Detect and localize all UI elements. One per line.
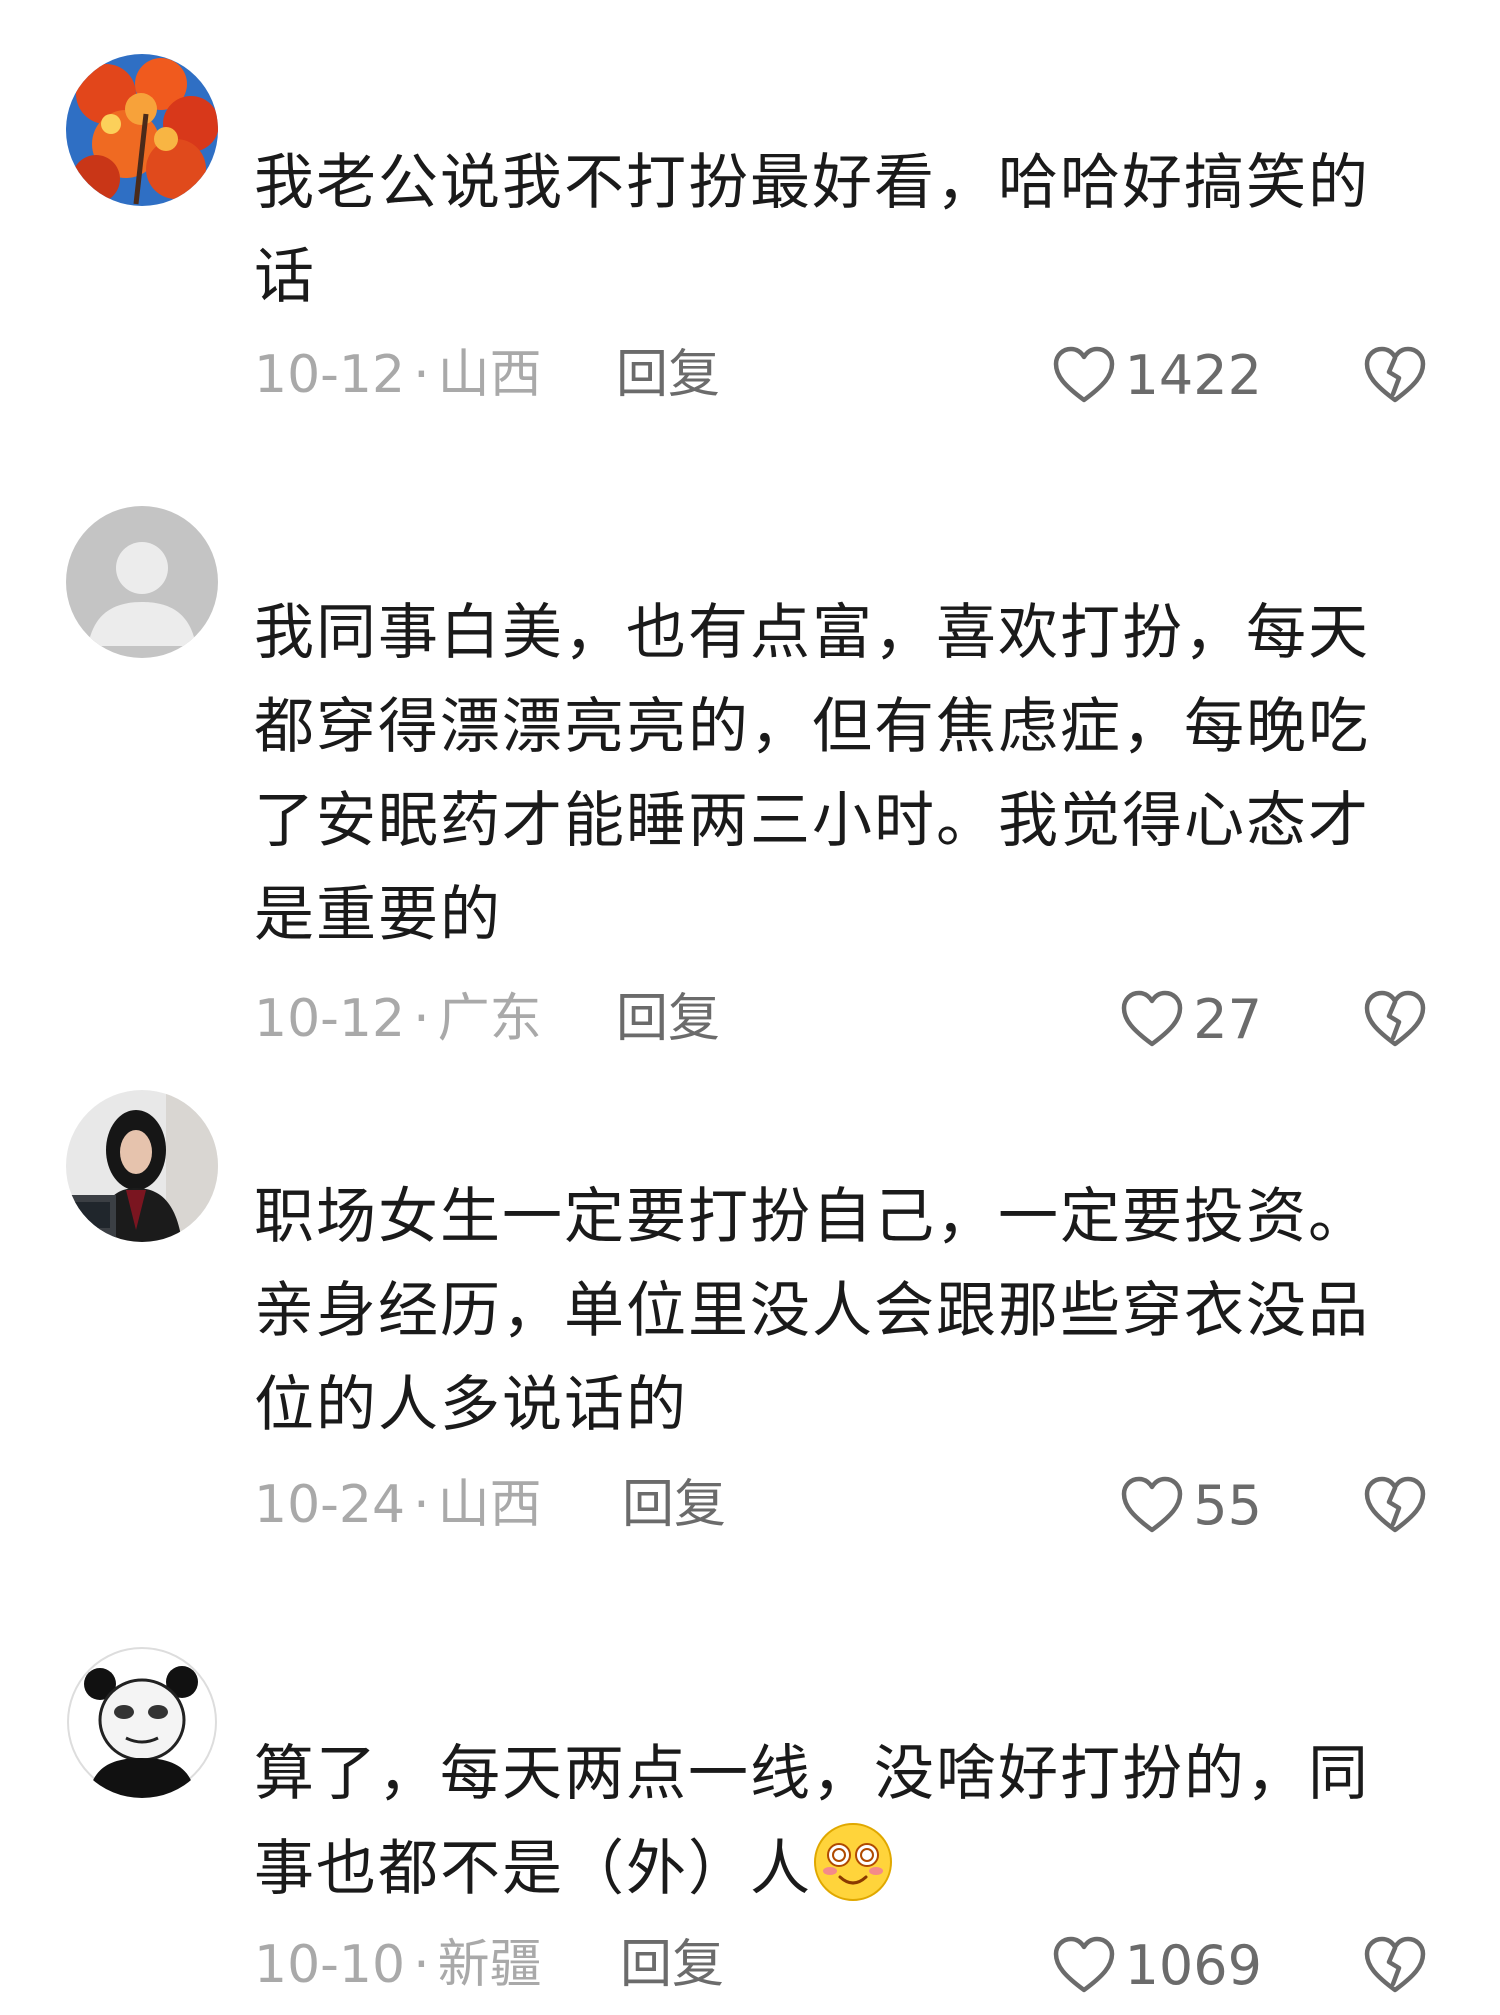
like-count: 1069 (1124, 1933, 1262, 1997)
broken-heart-icon (1364, 1476, 1426, 1533)
comment-meta: 10-12 · 广东 (254, 984, 542, 1054)
comment-text: 算了，每天两点一线，没啥好打扮的，同 事也都不是（外）人 (254, 1727, 1414, 1916)
broken-heart-icon (1364, 346, 1426, 403)
broken-heart-icon (1364, 990, 1426, 1047)
default-user-avatar-icon (66, 506, 218, 658)
like-count: 1422 (1124, 343, 1262, 407)
dislike-button[interactable] (1360, 984, 1430, 1054)
heart-icon (1122, 1476, 1183, 1533)
meta-separator: · (413, 1475, 430, 1535)
reply-button[interactable]: 回复 (620, 1930, 724, 2000)
heart-icon (1122, 990, 1183, 1047)
comment-text: 职场女生一定要打扮自己，一定要投资。 亲身经历，单位里没人会跟那些穿衣没品 位的… (254, 1182, 1370, 1440)
avatar[interactable] (66, 1090, 218, 1242)
avatar[interactable] (66, 1646, 218, 1798)
like-button[interactable]: 1422 (1051, 340, 1262, 410)
meta-separator: · (413, 1935, 430, 1995)
like-count: 27 (1193, 987, 1262, 1051)
comment-text: 我老公说我不打扮最好看，哈哈好搞笑的 话 (254, 148, 1370, 312)
comment-date: 10-12 (254, 345, 406, 405)
avatar[interactable] (66, 54, 218, 206)
reply-button[interactable]: 回复 (616, 984, 720, 1054)
meta-separator: · (413, 989, 430, 1049)
dislike-button[interactable] (1360, 340, 1430, 410)
reply-button[interactable]: 回复 (622, 1470, 726, 1540)
comment-meta: 10-24 · 山西 (254, 1470, 542, 1540)
avatar[interactable] (66, 506, 218, 658)
comment-text: 我同事白美，也有点富，喜欢打扮，每天 都穿得漂漂亮亮的，但有焦虑症，每晚吃 了安… (254, 598, 1370, 950)
comment-date: 10-24 (254, 1475, 406, 1535)
heart-icon (1053, 1936, 1114, 1993)
woman-photo-avatar-icon (66, 1090, 218, 1242)
red-leaves-avatar-icon (66, 54, 218, 206)
comment-location: 山西 (437, 1475, 542, 1535)
comment-location: 山西 (437, 345, 542, 405)
dislike-button[interactable] (1360, 1470, 1430, 1540)
broken-heart-icon (1364, 1936, 1426, 1993)
comment-date: 10-10 (254, 1935, 406, 1995)
like-count: 55 (1193, 1473, 1262, 1537)
like-button[interactable]: 27 (1119, 984, 1262, 1054)
heart-icon (1053, 346, 1114, 403)
dislike-button[interactable] (1360, 1930, 1430, 2000)
comment-location: 广东 (437, 989, 542, 1049)
comment-meta: 10-10 · 新疆 (254, 1930, 542, 2000)
like-button[interactable]: 1069 (1051, 1930, 1262, 2000)
reply-button[interactable]: 回复 (616, 340, 720, 410)
meta-separator: · (413, 345, 430, 405)
dizzy-smile-emoji-icon (812, 1821, 894, 1903)
panda-meme-avatar-icon (66, 1646, 218, 1798)
comment-date: 10-12 (254, 989, 406, 1049)
comment-location: 新疆 (437, 1935, 542, 1995)
comment-meta: 10-12 · 山西 (254, 340, 542, 410)
like-button[interactable]: 55 (1119, 1470, 1262, 1540)
